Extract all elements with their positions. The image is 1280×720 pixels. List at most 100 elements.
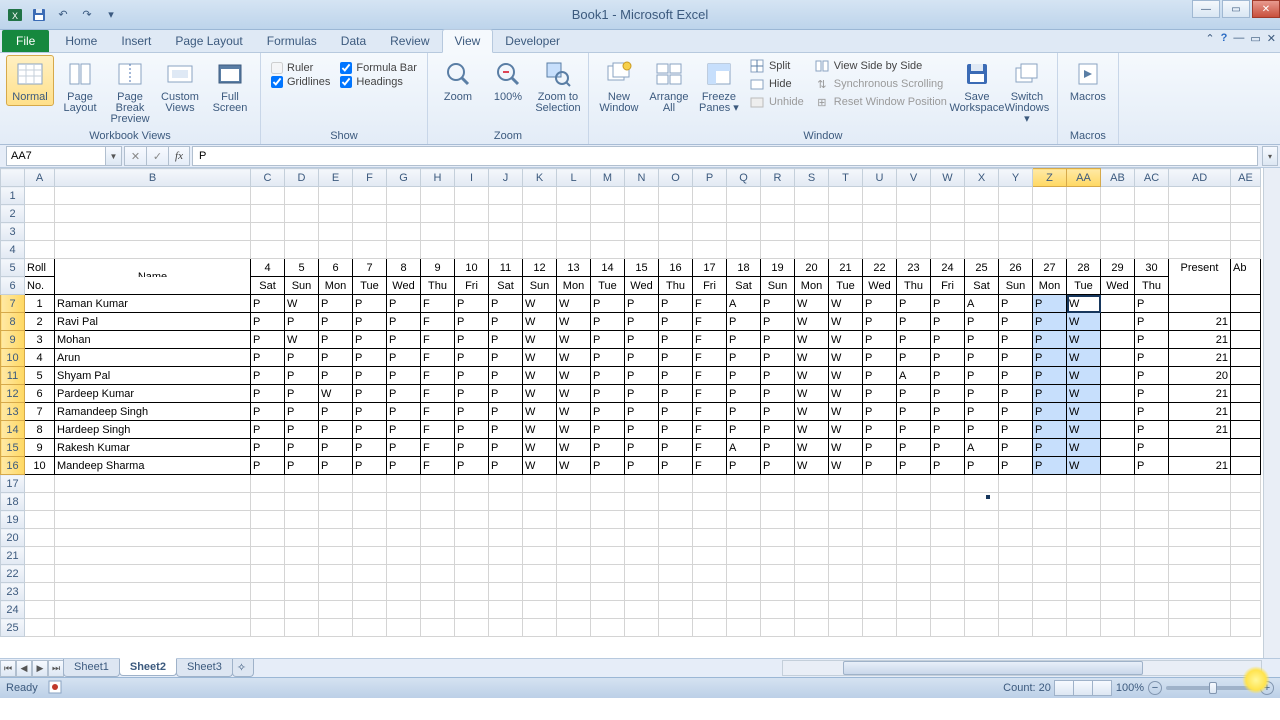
cell[interactable] (319, 547, 353, 565)
cell[interactable] (1231, 205, 1261, 223)
header-cell[interactable]: Ab (1231, 259, 1261, 277)
header-cell[interactable]: P (387, 313, 421, 331)
cell[interactable] (25, 475, 55, 493)
cell[interactable] (421, 475, 455, 493)
header-cell[interactable]: Mon (795, 277, 829, 295)
column-header[interactable]: Z (1033, 169, 1067, 187)
cell[interactable] (591, 511, 625, 529)
cell[interactable] (863, 511, 897, 529)
header-cell[interactable]: Pardeep Kumar (55, 385, 251, 403)
header-cell[interactable]: W (829, 295, 863, 313)
cell[interactable] (523, 565, 557, 583)
cell[interactable] (863, 565, 897, 583)
header-cell[interactable]: P (591, 439, 625, 457)
header-cell[interactable]: F (421, 457, 455, 475)
header-cell[interactable]: P (251, 295, 285, 313)
header-cell[interactable]: P (727, 457, 761, 475)
row-header[interactable]: 4 (1, 241, 25, 259)
header-cell[interactable]: P (897, 421, 931, 439)
cell[interactable] (1231, 565, 1261, 583)
cell[interactable] (387, 241, 421, 259)
header-cell[interactable]: Mon (1033, 277, 1067, 295)
cell[interactable] (863, 187, 897, 205)
cell[interactable] (489, 223, 523, 241)
header-cell[interactable]: W (557, 439, 591, 457)
column-header[interactable]: V (897, 169, 931, 187)
column-header[interactable]: C (251, 169, 285, 187)
cell[interactable] (693, 619, 727, 637)
header-cell[interactable]: Sat (251, 277, 285, 295)
cell[interactable] (999, 205, 1033, 223)
cell[interactable] (761, 475, 795, 493)
cell[interactable] (557, 241, 591, 259)
header-cell[interactable]: P (455, 457, 489, 475)
header-cell[interactable]: F (421, 295, 455, 313)
header-cell[interactable]: 8 (387, 259, 421, 277)
header-cell[interactable]: 21 (829, 259, 863, 277)
header-cell[interactable]: Wed (1101, 277, 1135, 295)
cell[interactable] (625, 547, 659, 565)
cell[interactable] (387, 529, 421, 547)
header-cell[interactable]: P (251, 331, 285, 349)
header-cell[interactable] (1231, 403, 1261, 421)
cell[interactable] (1231, 241, 1261, 259)
cell[interactable] (1067, 223, 1101, 241)
header-cell[interactable]: P (625, 439, 659, 457)
header-cell[interactable]: P (863, 421, 897, 439)
header-cell[interactable]: W (1067, 313, 1101, 331)
cell[interactable] (863, 241, 897, 259)
header-cell[interactable]: 24 (931, 259, 965, 277)
header-cell[interactable]: P (897, 349, 931, 367)
cell[interactable] (1033, 601, 1067, 619)
cell[interactable] (55, 205, 251, 223)
cell[interactable] (761, 601, 795, 619)
cell[interactable] (761, 223, 795, 241)
column-header[interactable]: S (795, 169, 829, 187)
cell[interactable] (285, 475, 319, 493)
header-cell[interactable]: P (353, 439, 387, 457)
cell[interactable] (795, 475, 829, 493)
cell[interactable] (25, 511, 55, 529)
cell[interactable] (387, 547, 421, 565)
row-header[interactable]: 2 (1, 205, 25, 223)
header-cell[interactable]: W (557, 457, 591, 475)
cell[interactable] (455, 205, 489, 223)
cell[interactable] (659, 619, 693, 637)
cell[interactable] (1169, 187, 1231, 205)
cell[interactable] (931, 529, 965, 547)
header-cell[interactable]: P (863, 439, 897, 457)
workbook-minimize-icon[interactable]: — (1233, 32, 1244, 45)
cell[interactable] (659, 205, 693, 223)
cell[interactable] (625, 241, 659, 259)
header-cell[interactable]: Fri (455, 277, 489, 295)
fill-handle[interactable] (985, 494, 991, 500)
cell[interactable] (421, 511, 455, 529)
header-cell[interactable]: P (931, 349, 965, 367)
header-cell[interactable]: P (761, 295, 795, 313)
header-cell[interactable]: P (999, 349, 1033, 367)
header-cell[interactable]: P (489, 313, 523, 331)
header-cell[interactable]: P (761, 457, 795, 475)
zoom-100-button[interactable]: 100% (484, 55, 532, 106)
cell[interactable] (625, 223, 659, 241)
cell[interactable] (999, 619, 1033, 637)
cell[interactable] (455, 529, 489, 547)
cell[interactable] (421, 619, 455, 637)
cell[interactable] (387, 511, 421, 529)
header-cell[interactable]: P (319, 349, 353, 367)
cell[interactable] (1231, 619, 1261, 637)
cell[interactable] (353, 205, 387, 223)
cell[interactable] (523, 529, 557, 547)
header-cell[interactable]: P (625, 403, 659, 421)
cell[interactable] (659, 493, 693, 511)
cell[interactable] (863, 475, 897, 493)
cell[interactable] (489, 241, 523, 259)
header-cell[interactable]: P (387, 421, 421, 439)
header-cell[interactable]: P (659, 367, 693, 385)
header-cell[interactable]: F (421, 385, 455, 403)
cell[interactable] (931, 565, 965, 583)
cell[interactable] (319, 601, 353, 619)
cell[interactable] (1135, 223, 1169, 241)
header-cell[interactable]: W (795, 295, 829, 313)
header-cell[interactable]: F (693, 385, 727, 403)
